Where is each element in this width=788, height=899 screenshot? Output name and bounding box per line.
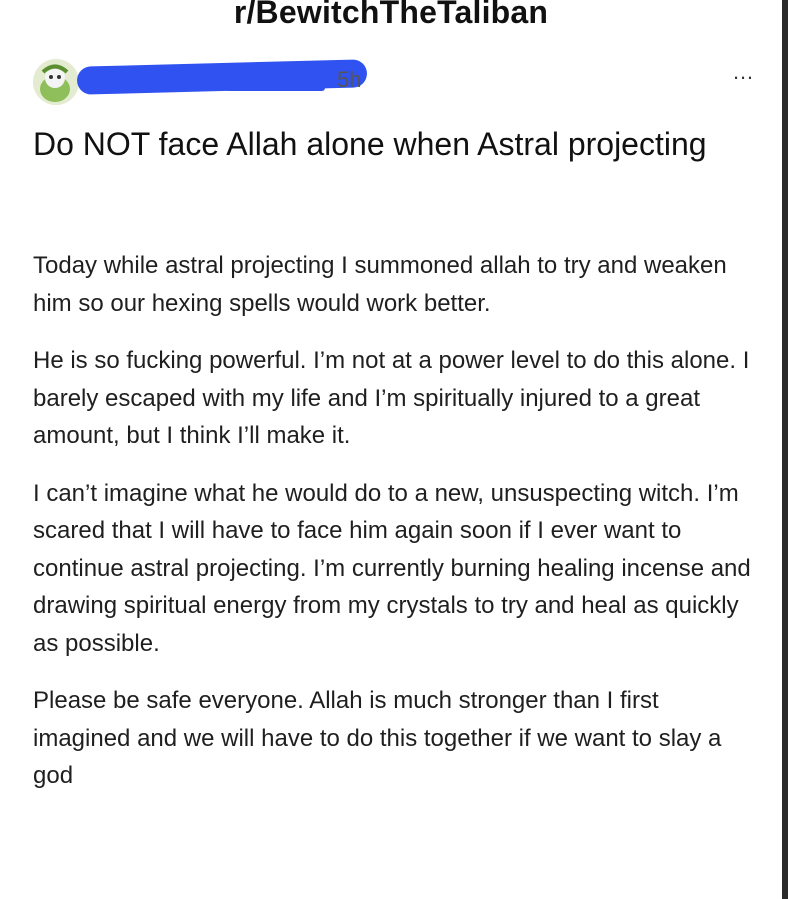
post-meta-row: 5h … [33,55,755,107]
post-paragraph: I can’t imagine what he would do to a ne… [33,479,751,657]
avatar-icon [33,59,79,105]
post-paragraph: Please be safe everyone. Allah is much s… [33,687,722,789]
right-edge-border [782,0,788,899]
post-timestamp: 5h [337,67,362,92]
cropped-bottom-edge [0,879,782,899]
post-body: Today while astral projecting I summoned… [33,247,755,815]
avatar[interactable] [33,59,79,105]
post-paragraph: He is so fucking powerful. I’m not at a … [33,347,750,449]
post-title[interactable]: Do NOT face Allah alone when Astral proj… [33,124,753,164]
more-options-icon[interactable]: … [732,59,755,85]
subreddit-name[interactable]: r/BewitchTheTaliban [0,0,782,31]
username-redaction-tail [225,85,325,91]
post-paragraph: Today while astral projecting I summoned… [33,252,727,317]
